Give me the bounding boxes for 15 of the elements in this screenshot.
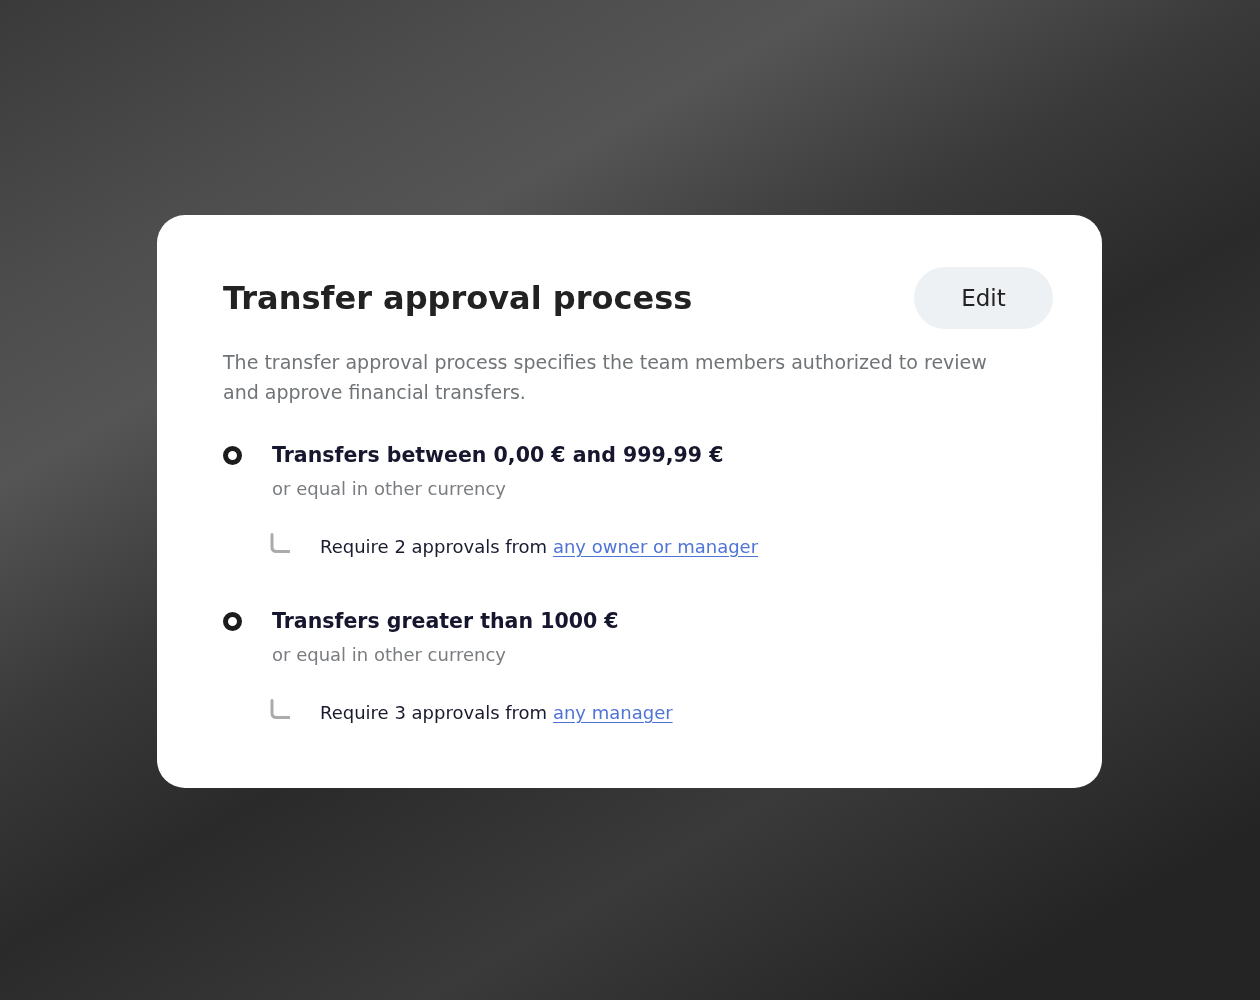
edit-button[interactable]: Edit [914,267,1053,329]
corner-line-icon [270,699,290,719]
approvers-link[interactable]: any owner or manager [552,536,759,557]
rule-subtitle: or equal in other currency [272,477,508,501]
card-title: Transfer approval process [223,278,693,318]
ring-bullet-icon [223,446,242,465]
rule-title: Transfers between 0,00 € and 999,99 € [272,442,725,469]
ring-bullet-icon [223,612,242,631]
rule-subtitle: or equal in other currency [272,643,508,667]
approval-requirement: Require 3 approvals from any manager [320,701,673,725]
approval-requirement: Require 2 approvals from any owner or manager [320,535,759,559]
card-description: The transfer approval process specifies the team members authorized to review and approve financial transfers. [223,350,988,405]
corner-line-icon [270,533,290,553]
approvers-link[interactable]: any manager [552,702,673,723]
rule-title: Transfers greater than 1000 € [272,608,620,635]
